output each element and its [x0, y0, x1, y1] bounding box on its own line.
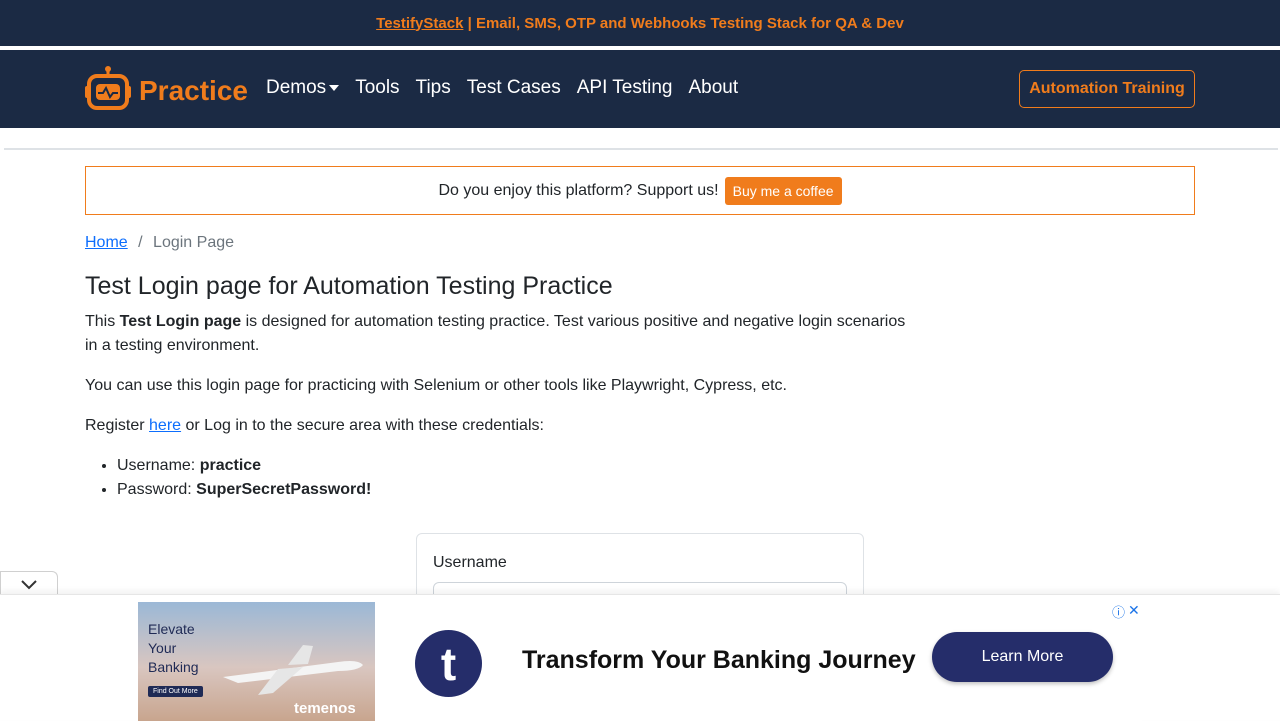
- breadcrumb-home-link[interactable]: Home: [85, 234, 128, 251]
- credential-value: practice: [199, 457, 262, 474]
- learn-more-button[interactable]: Learn More: [932, 632, 1113, 682]
- credentials-list: Username: practice Password: SuperSecret…: [117, 454, 371, 502]
- ad-image[interactable]: Elevate Your Banking Find Out More temen…: [138, 602, 375, 721]
- close-icon[interactable]: ✕: [1128, 602, 1140, 619]
- register-link[interactable]: here: [149, 417, 181, 434]
- nav-demos[interactable]: Demos: [266, 77, 340, 99]
- testifystack-link[interactable]: TestifyStack: [376, 15, 463, 32]
- ad-logo: t: [415, 630, 482, 697]
- page-title: Test Login page for Automation Testing P…: [85, 272, 613, 300]
- credential-label: Password:: [117, 481, 197, 498]
- buy-coffee-button[interactable]: Buy me a coffee: [724, 176, 842, 205]
- nav-tools[interactable]: Tools: [355, 77, 399, 99]
- chevron-down-icon: [21, 577, 37, 595]
- nav-tips[interactable]: Tips: [416, 77, 451, 99]
- nav-api-testing[interactable]: API Testing: [577, 77, 673, 99]
- support-banner: Do you enjoy this platform? Support us! …: [85, 166, 1195, 215]
- credential-value: SuperSecretPassword!: [196, 481, 372, 498]
- automation-training-button[interactable]: Automation Training: [1019, 70, 1195, 108]
- robot-icon: [85, 66, 131, 115]
- nav-test-cases[interactable]: Test Cases: [467, 77, 561, 99]
- credential-label: Username:: [117, 457, 200, 474]
- ad-image-cta: Find Out More: [148, 686, 203, 697]
- navbar: Practice Demos Tools Tips Test Cases API…: [0, 50, 1280, 128]
- airplane-icon: [223, 645, 363, 695]
- ad-headline: Transform Your Banking Journey: [522, 646, 916, 674]
- register-text-start: Register: [85, 417, 150, 434]
- credential-password: Password: SuperSecretPassword!: [117, 478, 371, 502]
- breadcrumb: Home / Login Page: [85, 234, 234, 252]
- breadcrumb-current: Login Page: [153, 234, 235, 251]
- register-text-end: or Log in to the secure area with these …: [181, 417, 544, 434]
- nav-about[interactable]: About: [689, 77, 739, 99]
- ad-banner: Elevate Your Banking Find Out More temen…: [0, 594, 1280, 721]
- tools-paragraph: You can use this login page for practici…: [85, 377, 787, 394]
- breadcrumb-separator: /: [138, 234, 143, 251]
- support-text: Do you enjoy this platform? Support us!: [438, 181, 719, 199]
- promo-text: | Email, SMS, OTP and Webhooks Testing S…: [463, 14, 904, 32]
- promo-banner: TestifyStack | Email, SMS, OTP and Webho…: [0, 0, 1280, 48]
- credential-username: Username: practice: [117, 454, 371, 478]
- nav-demos-label: Demos: [266, 77, 327, 98]
- ad-image-text: Elevate Your Banking: [148, 621, 199, 675]
- divider: [4, 148, 1278, 150]
- intro-paragraph: This Test Login page is designed for aut…: [85, 310, 915, 358]
- intro-bold: Test Login page: [119, 313, 242, 330]
- caret-down-icon: [329, 84, 340, 91]
- ad-info-icon[interactable]: ⓘ: [1112, 602, 1125, 621]
- intro-text-start: This: [85, 313, 120, 330]
- nav-menu: Demos Tools Tips Test Cases API Testing …: [266, 77, 738, 99]
- register-paragraph: Register here or Log in to the secure ar…: [85, 414, 915, 438]
- brand-logo[interactable]: Practice: [85, 66, 248, 115]
- brand-name: Practice: [139, 74, 248, 106]
- username-label: Username: [433, 554, 507, 571]
- ad-content[interactable]: Elevate Your Banking Find Out More temen…: [138, 602, 1142, 721]
- ad-image-brand: temenos: [294, 700, 356, 717]
